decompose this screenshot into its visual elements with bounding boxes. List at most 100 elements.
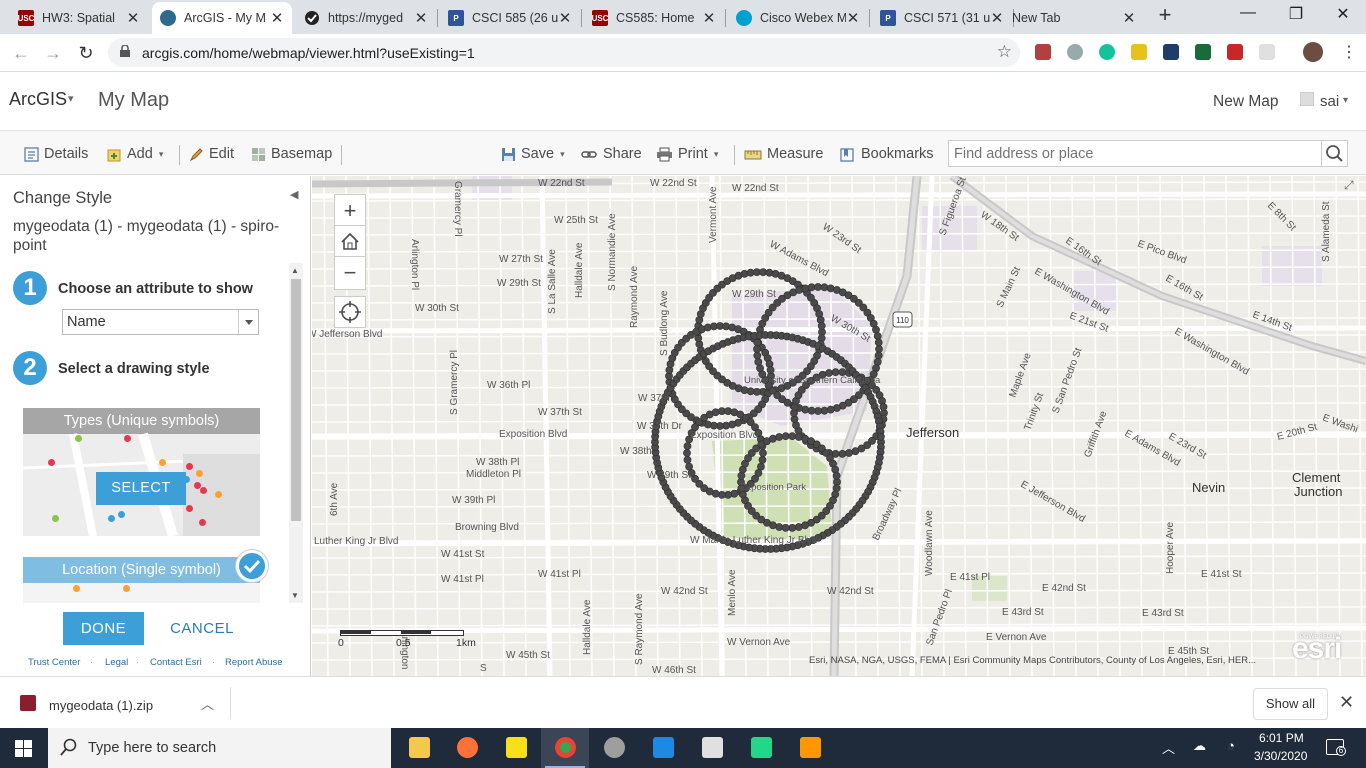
close-tab-icon[interactable]: ✕ <box>846 9 860 27</box>
download-options-icon[interactable]: ︿ <box>201 694 214 713</box>
spiro-point[interactable] <box>801 284 810 293</box>
lightning-extension-icon[interactable] <box>1131 44 1147 60</box>
trust-center-link[interactable]: Trust Center <box>28 657 80 668</box>
spiro-point[interactable] <box>754 357 763 366</box>
report-abuse-link[interactable]: Report Abuse <box>225 657 283 668</box>
spiro-point[interactable] <box>788 432 797 440</box>
details-button[interactable]: Details <box>24 145 88 163</box>
done-button[interactable]: DONE <box>63 612 144 645</box>
scroll-up-icon[interactable]: ▲ <box>291 266 299 275</box>
restore-button[interactable]: ❐ <box>1276 4 1316 24</box>
close-tab-icon[interactable]: ✕ <box>702 9 716 27</box>
brand-caret-icon[interactable]: ▾ <box>68 92 74 105</box>
reload-button[interactable]: ↻ <box>73 40 99 66</box>
close-tab-icon[interactable]: ✕ <box>270 9 284 27</box>
sublime-app[interactable] <box>786 728 834 768</box>
onedrive-icon[interactable]: ☁ <box>1193 738 1206 754</box>
tray-expand-icon[interactable]: ︿ <box>1162 738 1175 757</box>
add-button[interactable]: Add ▾ <box>107 145 163 163</box>
basemap-button[interactable]: Basemap <box>251 145 332 163</box>
firefox-app[interactable] <box>443 728 491 768</box>
sticky-notes-app[interactable] <box>492 728 540 768</box>
tab-mygeodata[interactable]: https://myged ✕ <box>296 2 436 34</box>
edit-button[interactable]: Edit <box>189 145 234 163</box>
share-button[interactable]: Share <box>581 145 642 163</box>
select-types-button[interactable]: SELECT <box>96 472 186 505</box>
extension-icon[interactable] <box>1227 44 1243 60</box>
spiro-point[interactable] <box>877 432 885 441</box>
address-bar[interactable]: arcgis.com/home/webmap/viewer.html?useEx… <box>108 38 1020 67</box>
arcgis-brand[interactable]: ArcGIS <box>9 89 67 110</box>
spiro-point[interactable] <box>781 432 790 440</box>
taskbar-search[interactable]: Type here to search <box>48 728 391 768</box>
close-window-button[interactable]: ✕ <box>1323 4 1363 24</box>
spiro-point[interactable] <box>845 449 853 457</box>
user-caret-icon[interactable]: ▾ <box>1343 95 1348 106</box>
spiro-point[interactable] <box>759 449 767 457</box>
windows-start-icon[interactable] <box>15 740 32 757</box>
spiro-point[interactable] <box>874 351 883 360</box>
forward-button[interactable]: → <box>40 40 66 66</box>
spiro-point[interactable] <box>788 523 797 532</box>
spiro-point[interactable] <box>794 523 803 531</box>
bookmark-star-icon[interactable]: ☆ <box>997 42 1012 62</box>
pycharm-app[interactable] <box>737 728 785 768</box>
file-explorer-app[interactable] <box>395 728 443 768</box>
new-tab-button[interactable]: + <box>1154 4 1176 27</box>
close-tab-icon[interactable]: ✕ <box>558 9 572 27</box>
legal-link[interactable]: Legal <box>105 657 128 668</box>
user-menu[interactable]: sai <box>1320 93 1339 110</box>
tab-csci-571[interactable]: P CSCI 571 (31 u ✕ <box>872 2 1012 34</box>
scroll-down-icon[interactable]: ▼ <box>291 591 299 600</box>
spiro-point[interactable] <box>838 449 847 458</box>
tab-cisco-webex[interactable]: Cisco Webex M ✕ <box>728 2 868 34</box>
spiro-point[interactable] <box>826 405 835 414</box>
spiro-point[interactable] <box>683 455 692 464</box>
spiro-point[interactable] <box>753 345 761 353</box>
measure-button[interactable]: Measure <box>744 145 823 163</box>
close-tab-icon[interactable]: ✕ <box>414 9 428 27</box>
spiro-point[interactable] <box>758 455 767 464</box>
address-search-input[interactable] <box>949 141 1321 166</box>
menu-kebab-icon[interactable]: ⋮ <box>1336 40 1362 66</box>
spiro-point[interactable] <box>851 447 860 456</box>
vscode-app[interactable] <box>639 728 687 768</box>
extension-icon[interactable] <box>1259 44 1275 60</box>
profile-avatar[interactable] <box>1303 42 1323 62</box>
extension-icon[interactable] <box>1067 44 1083 60</box>
app-rd[interactable] <box>590 728 638 768</box>
tab-hw3-spatial[interactable]: USC HW3: Spatial ✕ <box>10 2 148 34</box>
tab-new-tab[interactable]: New Tab ✕ <box>1004 2 1144 34</box>
pdf-extension-icon[interactable] <box>1035 44 1051 60</box>
clock-date[interactable]: 3/30/2020 <box>1254 749 1307 763</box>
expand-icon[interactable]: ⤢ <box>1344 178 1354 193</box>
clock-time[interactable]: 6:01 PM <box>1259 731 1304 745</box>
spiro-point[interactable] <box>683 442 692 450</box>
map-view[interactable]: 110 W 22nd St W 22nd St W 22nd St W 25th St… <box>312 176 1366 676</box>
spiro-point[interactable] <box>683 449 691 457</box>
esri-logo[interactable]: esri <box>1292 632 1342 666</box>
spiro-point[interactable] <box>874 338 883 347</box>
location-single-symbol-card[interactable]: Location (Single symbol) <box>23 557 260 603</box>
close-tab-icon[interactable]: ✕ <box>1122 9 1136 27</box>
search-button[interactable] <box>1321 140 1348 167</box>
save-button[interactable]: Save ▾ <box>501 145 565 163</box>
spiro-point[interactable] <box>753 338 762 347</box>
tab-cs585-home[interactable]: USC CS585: Home ✕ <box>584 2 724 34</box>
download-filename[interactable]: mygeodata (1).zip <box>49 698 153 713</box>
chrome-app[interactable] <box>541 728 589 768</box>
zoom-out-button[interactable]: − <box>335 257 365 288</box>
locate-button[interactable] <box>334 296 366 328</box>
bookmarks-button[interactable]: Bookmarks <box>839 145 934 163</box>
zoom-in-button[interactable]: + <box>335 195 365 226</box>
spiro-point[interactable] <box>832 471 841 480</box>
cancel-button[interactable]: CANCEL <box>165 612 239 645</box>
close-download-bar-icon[interactable]: ✕ <box>1339 692 1354 713</box>
grammarly-icon[interactable] <box>1099 44 1115 60</box>
spiro-point[interactable] <box>820 283 829 292</box>
home-button[interactable] <box>335 226 365 257</box>
contact-esri-link[interactable]: Contact Esri <box>150 657 202 668</box>
spiro-point[interactable] <box>875 345 883 353</box>
spiro-point[interactable] <box>873 332 882 340</box>
new-map-button[interactable]: New Map <box>1213 93 1278 111</box>
